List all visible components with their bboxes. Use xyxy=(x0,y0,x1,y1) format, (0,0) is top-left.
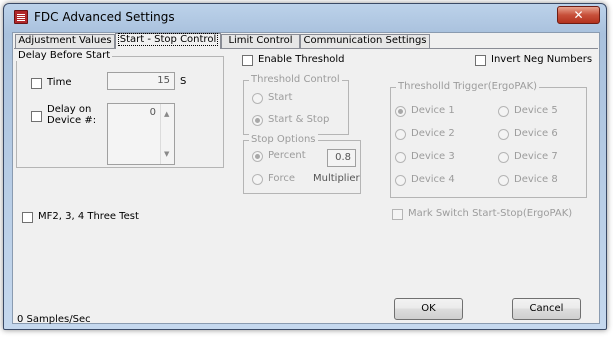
device-4-radio[interactable] xyxy=(395,175,406,186)
device-6-radio[interactable] xyxy=(498,129,509,140)
close-button[interactable]: ✕ xyxy=(557,6,600,24)
enable-threshold-checkbox[interactable] xyxy=(242,55,253,66)
delay-before-start-group: Delay Before Start Time 15 S Delay on De… xyxy=(16,50,224,168)
delay-on-label-line1: Delay on xyxy=(47,104,92,115)
cancel-button[interactable]: Cancel xyxy=(512,298,581,320)
device-7-label: Device 7 xyxy=(514,151,558,162)
tab-limit-control[interactable]: Limit Control xyxy=(221,34,300,48)
delay-on-label-line2: Device #: xyxy=(47,115,97,126)
time-input[interactable]: 15 xyxy=(107,72,175,90)
dialog-window: FDC Advanced Settings ✕ Adjustment Value… xyxy=(3,3,607,330)
enable-threshold-label: Enable Threshold xyxy=(258,54,345,65)
dialog-client-area: Adjustment Values Start - Stop Control L… xyxy=(12,32,600,325)
device-5-label: Device 5 xyxy=(514,105,558,116)
mf2-three-test-label: MF2, 3, 4 Three Test xyxy=(38,211,139,222)
threshold-trigger-group: Thresholld Trigger(ErgoPAK) Device 1 Dev… xyxy=(390,81,587,198)
threshold-control-group: Threshold Control Start Start & Stop xyxy=(243,74,349,135)
samples-per-sec-status: 0 Samples/Sec xyxy=(17,314,91,325)
device-number-scrollbar[interactable]: ▲ ▼ xyxy=(160,104,174,164)
stop-options-legend: Stop Options xyxy=(249,134,318,145)
device-1-label: Device 1 xyxy=(411,105,455,116)
device-2-label: Device 2 xyxy=(411,128,455,139)
delay-on-device-checkbox[interactable] xyxy=(31,111,42,122)
device-7-radio[interactable] xyxy=(498,152,509,163)
time-label: Time xyxy=(47,77,72,88)
device-1-radio[interactable] xyxy=(395,106,406,117)
device-5-radio[interactable] xyxy=(498,106,509,117)
start-and-stop-radio-label: Start & Stop xyxy=(268,114,330,125)
device-number-value: 0 xyxy=(149,107,156,118)
ergo-app-icon xyxy=(14,10,28,24)
ok-button[interactable]: OK xyxy=(394,298,463,320)
stop-options-group: Stop Options Percent 0.8 Force Multiplie… xyxy=(243,134,361,194)
mark-switch-checkbox[interactable] xyxy=(392,209,403,220)
tab-communication-settings[interactable]: Communication Settings xyxy=(300,34,430,48)
time-checkbox[interactable] xyxy=(31,78,42,89)
start-radio-label: Start xyxy=(268,92,293,103)
percent-radio[interactable] xyxy=(252,151,263,162)
mark-switch-label: Mark Switch Start-Stop(ErgoPAK) xyxy=(408,208,573,219)
title-bar[interactable]: FDC Advanced Settings ✕ xyxy=(4,4,606,31)
start-and-stop-radio[interactable] xyxy=(252,115,263,126)
tab-strip: Adjustment Values Start - Stop Control L… xyxy=(13,33,599,49)
time-unit-label: S xyxy=(180,76,187,87)
mf2-three-test-checkbox[interactable] xyxy=(22,212,33,223)
force-radio-label: Force xyxy=(268,173,296,184)
device-2-radio[interactable] xyxy=(395,129,406,140)
start-radio[interactable] xyxy=(252,93,263,104)
scroll-up-icon[interactable]: ▲ xyxy=(164,110,169,118)
window-title: FDC Advanced Settings xyxy=(34,10,175,24)
invert-neg-numbers-checkbox[interactable] xyxy=(475,55,486,66)
start-stop-control-panel: Delay Before Start Time 15 S Delay on De… xyxy=(14,48,598,325)
multiplier-label: Multiplier xyxy=(313,173,360,184)
device-4-label: Device 4 xyxy=(411,174,455,185)
percent-value-input[interactable]: 0.8 xyxy=(327,149,356,167)
threshold-control-legend: Threshold Control xyxy=(249,74,342,85)
percent-radio-label: Percent xyxy=(268,150,306,161)
tab-adjustment-values[interactable]: Adjustment Values xyxy=(15,34,115,48)
device-8-radio[interactable] xyxy=(498,175,509,186)
force-radio[interactable] xyxy=(252,174,263,185)
delay-on-device-label: Delay on Device #: xyxy=(47,104,96,126)
tab-start-stop-control[interactable]: Start - Stop Control xyxy=(115,33,221,49)
device-number-spinner[interactable]: 0 ▲ ▼ xyxy=(107,103,175,165)
delay-before-start-legend: Delay Before Start xyxy=(16,50,113,61)
device-6-label: Device 6 xyxy=(514,128,558,139)
device-8-label: Device 8 xyxy=(514,174,558,185)
threshold-trigger-legend: Thresholld Trigger(ErgoPAK) xyxy=(396,81,540,92)
device-3-label: Device 3 xyxy=(411,151,455,162)
device-3-radio[interactable] xyxy=(395,152,406,163)
invert-neg-numbers-label: Invert Neg Numbers xyxy=(491,54,593,65)
scroll-down-icon[interactable]: ▼ xyxy=(164,150,169,158)
